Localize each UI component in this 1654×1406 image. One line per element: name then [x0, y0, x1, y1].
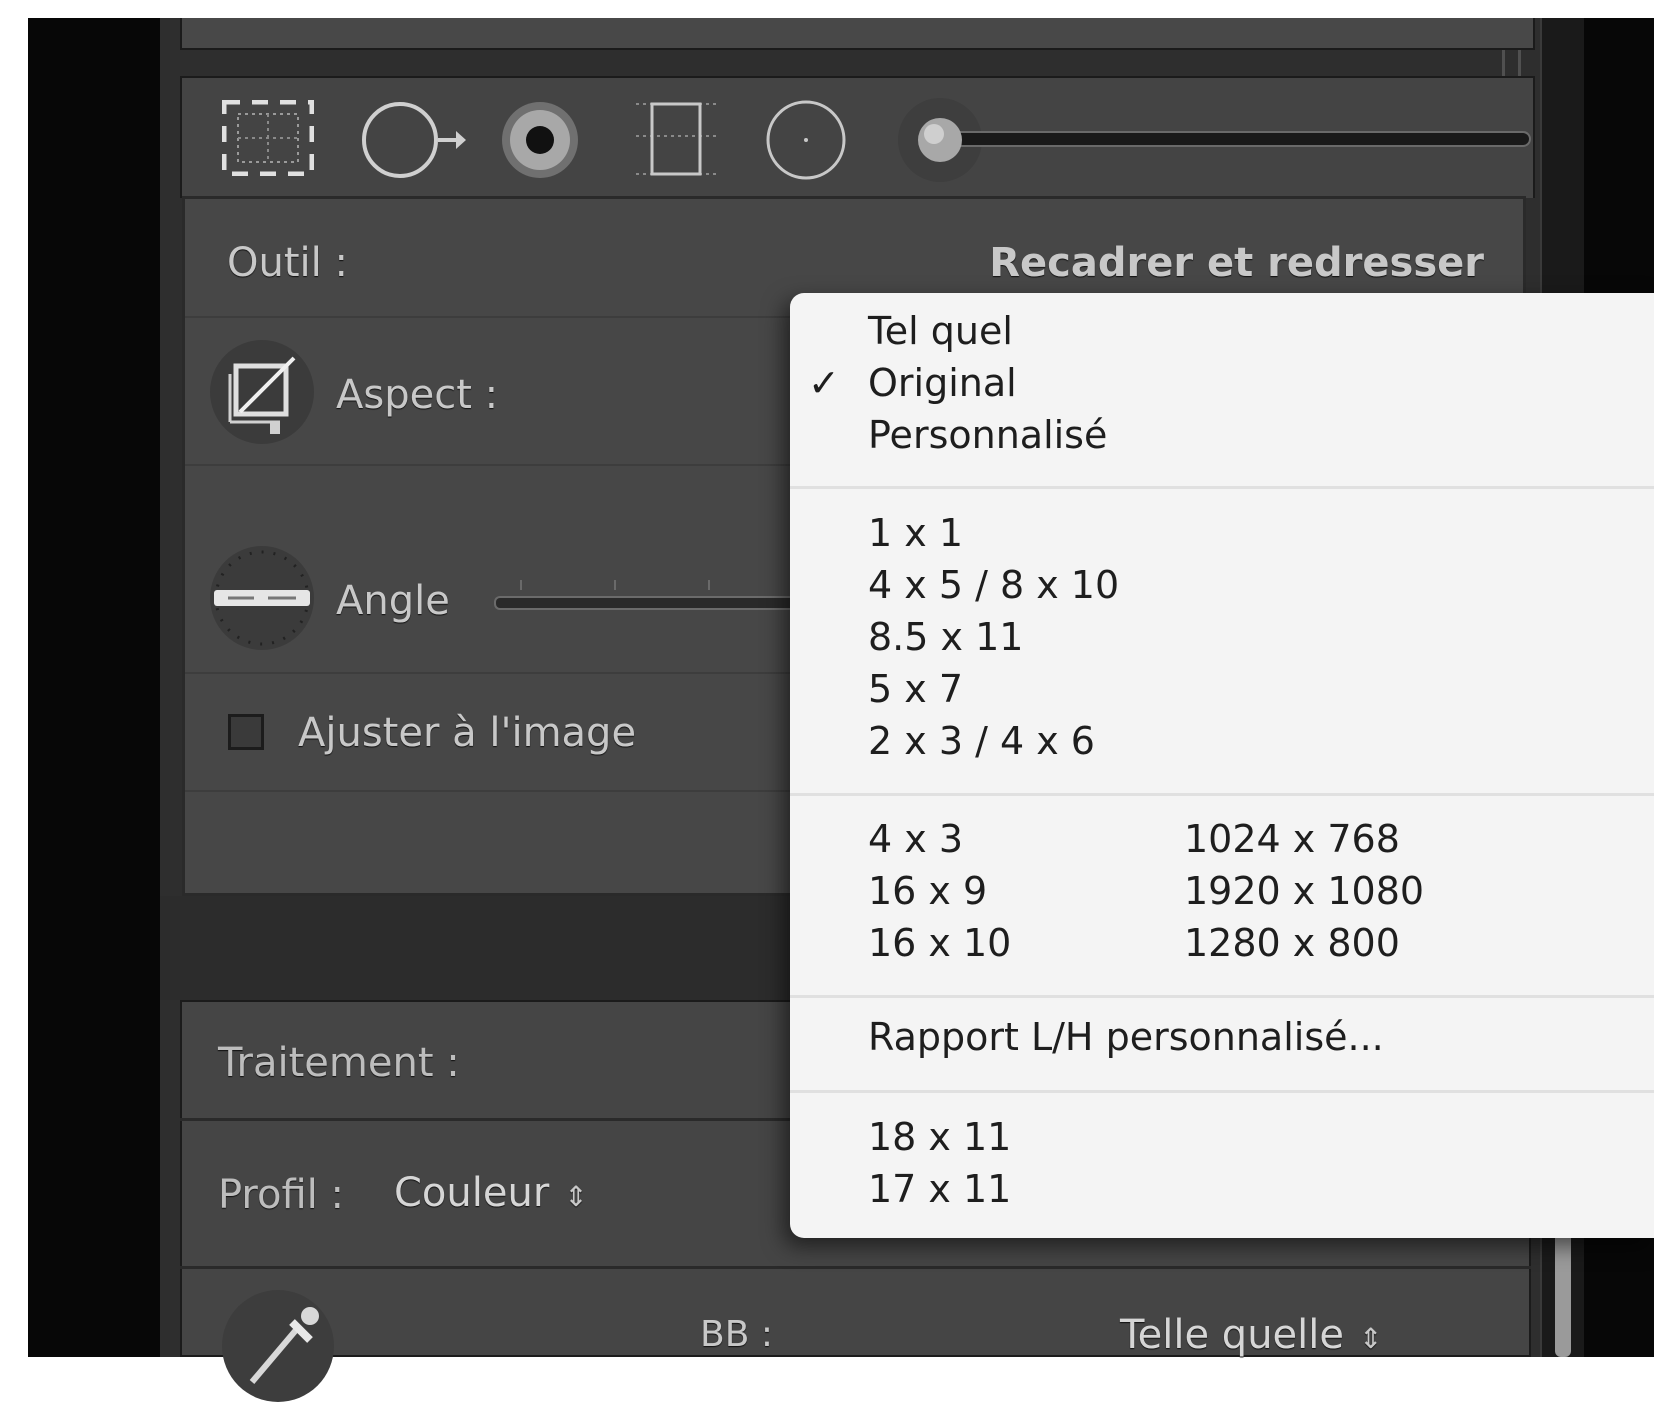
angle-slider[interactable] [494, 596, 796, 610]
constrain-checkbox[interactable] [228, 714, 264, 750]
menu-item-ratio[interactable]: 2 x 3 / 4 x 6 [868, 719, 1095, 763]
angle-tick [708, 580, 710, 590]
treatment-label: Traitement : [218, 1040, 460, 1086]
menu-item-custom-ratio[interactable]: Rapport L/H personnalisé... [868, 1015, 1384, 1059]
menu-item-resolution[interactable]: 1920 x 1080 [1184, 869, 1424, 913]
menu-separator [790, 1090, 1654, 1093]
updown-chevron-icon: ⇕ [564, 1180, 588, 1213]
menu-item-ratio[interactable]: 8.5 x 11 [868, 615, 1023, 659]
red-eye-icon[interactable] [498, 100, 582, 188]
constrain-label: Ajuster à l'image [298, 710, 637, 756]
menu-item-as-shot[interactable]: Tel quel [868, 309, 1013, 353]
menu-item-ratio[interactable]: 16 x 10 [868, 921, 1011, 965]
graduated-filter-icon[interactable] [634, 100, 718, 188]
straighten-level-icon[interactable] [210, 546, 314, 650]
menu-item-resolution[interactable]: 1280 x 800 [1184, 921, 1400, 965]
angle-tick [614, 580, 616, 590]
menu-item-custom[interactable]: Personnalisé [868, 413, 1107, 457]
menu-item-saved-ratio[interactable]: 18 x 11 [868, 1115, 1011, 1159]
angle-tick [520, 580, 522, 590]
menu-item-ratio[interactable]: 1 x 1 [868, 511, 963, 555]
checkmark-icon: ✓ [808, 361, 840, 405]
profile-value: Couleur [394, 1170, 550, 1216]
previous-panel-edge [180, 18, 1535, 50]
menu-item-original[interactable]: Original [868, 361, 1017, 405]
profile-select[interactable]: Couleur ⇕ [394, 1170, 588, 1216]
profile-label: Profil : [218, 1172, 344, 1218]
menu-separator [790, 995, 1654, 998]
aspect-ratio-menu: ✓ Tel quel Original Personnalisé 1 x 1 4… [790, 293, 1654, 1238]
tool-label: Outil : [227, 240, 348, 286]
aspect-label: Aspect : [336, 372, 499, 418]
tool-name: Recadrer et redresser [989, 240, 1484, 286]
updown-chevron-icon: ⇕ [1359, 1322, 1383, 1355]
radial-filter-icon[interactable] [764, 100, 848, 188]
menu-item-ratio[interactable]: 4 x 5 / 8 x 10 [868, 563, 1119, 607]
eyedropper-icon[interactable] [222, 1290, 334, 1402]
menu-item-ratio[interactable]: 5 x 7 [868, 667, 963, 711]
angle-label: Angle [336, 578, 450, 624]
crop-frame-icon[interactable] [210, 340, 314, 444]
tool-strip [180, 76, 1535, 198]
crop-overlay-icon[interactable] [221, 99, 315, 180]
menu-separator [790, 793, 1654, 796]
menu-item-ratio[interactable]: 16 x 9 [868, 869, 987, 913]
spot-removal-icon[interactable] [360, 100, 470, 184]
menu-item-resolution[interactable]: 1024 x 768 [1184, 817, 1400, 861]
menu-separator [790, 486, 1654, 489]
menu-item-ratio[interactable]: 4 x 3 [868, 817, 963, 861]
menu-item-saved-ratio[interactable]: 17 x 11 [868, 1167, 1011, 1211]
adjustment-brush-icon[interactable] [894, 92, 1534, 192]
panel-scrollbar-thumb[interactable] [1555, 1220, 1571, 1357]
row-divider [180, 1266, 1531, 1269]
wb-label: BB : [700, 1314, 773, 1355]
wb-value: Telle quelle [1120, 1312, 1344, 1358]
wb-select[interactable]: Telle quelle ⇕ [1120, 1312, 1383, 1358]
